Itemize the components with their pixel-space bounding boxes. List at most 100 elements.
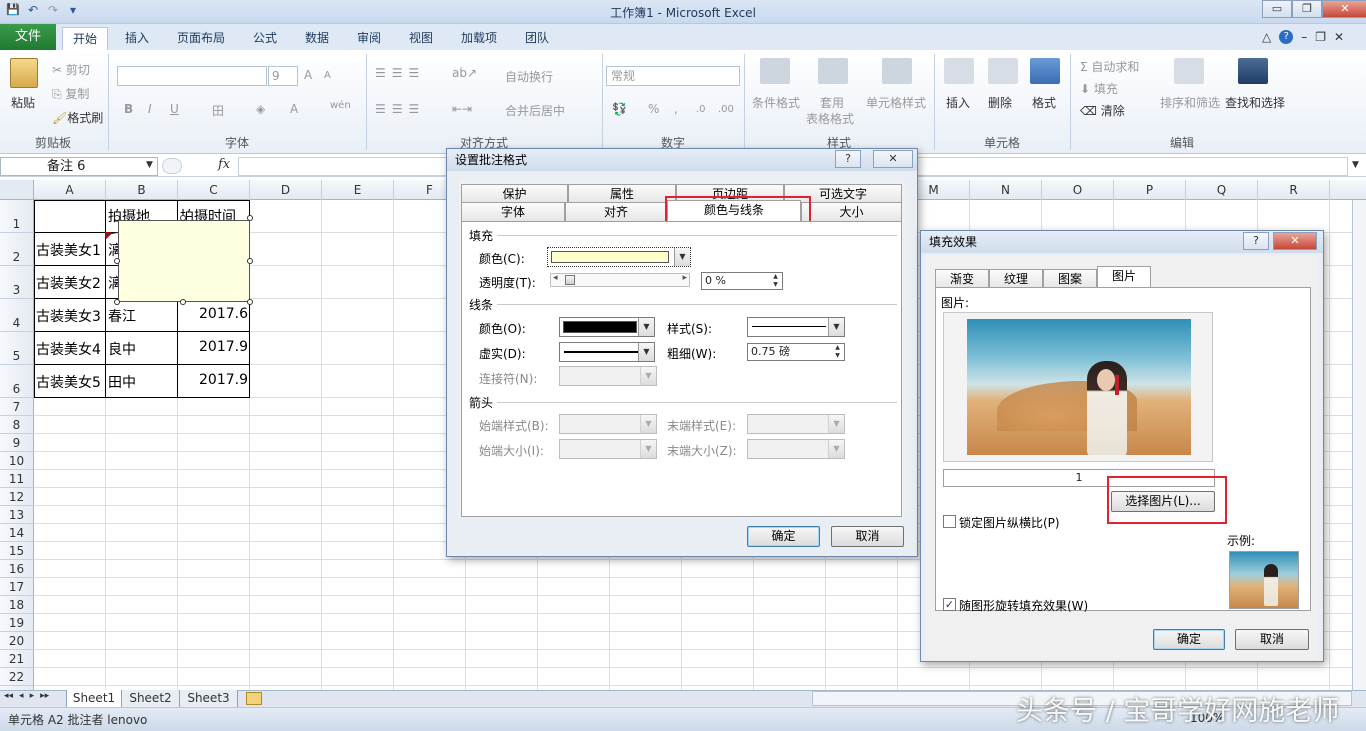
fill-color-dropdown[interactable]: ▼ <box>547 247 691 267</box>
format-cells-button[interactable]: 格式 <box>1032 94 1056 111</box>
slider-thumb[interactable] <box>565 275 575 285</box>
row-header-14[interactable]: 14 <box>0 524 34 542</box>
ok-button[interactable]: 确定 <box>747 526 820 547</box>
percent-button[interactable]: % <box>648 102 659 116</box>
resize-handle[interactable] <box>114 258 120 264</box>
row-header-15[interactable]: 15 <box>0 542 34 560</box>
formula-bar-grip[interactable] <box>162 158 182 174</box>
delete-cells-button[interactable]: 删除 <box>988 94 1012 111</box>
begin-style-dropdown[interactable]: ▼ <box>559 414 657 434</box>
row-header-10[interactable]: 10 <box>0 452 34 470</box>
sheet-tab-sheet1[interactable]: Sheet1 <box>66 690 122 707</box>
vertical-align-buttons[interactable]: ☰☰☰ <box>375 66 425 80</box>
doc-minimize-icon[interactable]: – <box>1301 30 1307 44</box>
cancel-button[interactable]: 取消 <box>1235 629 1309 650</box>
select-all-corner[interactable] <box>0 180 34 200</box>
tab-protection[interactable]: 保护 <box>461 184 568 203</box>
row-header-20[interactable]: 20 <box>0 632 34 650</box>
tab-view[interactable]: 视图 <box>398 27 444 50</box>
rotate-fill-checkbox[interactable]: ✓ <box>943 598 956 611</box>
tab-insert[interactable]: 插入 <box>114 27 160 50</box>
name-box[interactable]: 备注 6 <box>0 157 158 176</box>
fill-button[interactable]: ⬇ 填充 <box>1080 80 1118 97</box>
format-as-table-line1[interactable]: 套用 <box>820 94 844 111</box>
find-select-button[interactable]: 查找和选择 <box>1225 94 1285 111</box>
column-header-e[interactable]: E <box>322 180 394 200</box>
bold-button[interactable]: B <box>124 102 133 116</box>
row-header-8[interactable]: 8 <box>0 416 34 434</box>
font-size-combo[interactable]: 9 <box>268 66 298 86</box>
font-name-combo[interactable] <box>117 66 267 86</box>
end-style-dropdown[interactable]: ▼ <box>747 414 845 434</box>
clear-button[interactable]: ⌫ 清除 <box>1080 102 1125 119</box>
row-header-7[interactable]: 7 <box>0 398 34 416</box>
row-header-11[interactable]: 11 <box>0 470 34 488</box>
resize-handle[interactable] <box>247 299 253 305</box>
table-cell[interactable]: 古装美女3 <box>36 306 104 326</box>
table-cell[interactable]: 2017.9 <box>180 372 248 388</box>
row-header-19[interactable]: 19 <box>0 614 34 632</box>
tab-addins[interactable]: 加载项 <box>452 27 506 50</box>
table-cell[interactable]: 古装美女1 <box>36 240 104 260</box>
orientation-button[interactable]: ab↗ <box>452 66 477 80</box>
column-header-q[interactable]: Q <box>1186 180 1258 200</box>
tab-home[interactable]: 开始 <box>62 27 108 50</box>
tab-pattern[interactable]: 图案 <box>1043 269 1097 288</box>
column-header-r[interactable]: R <box>1258 180 1330 200</box>
end-size-dropdown[interactable]: ▼ <box>747 439 845 459</box>
tab-review[interactable]: 审阅 <box>346 27 392 50</box>
row-header-18[interactable]: 18 <box>0 596 34 614</box>
connector-dropdown[interactable]: ▼ <box>559 366 657 386</box>
spinner-icon[interactable]: ▲ ▼ <box>769 273 782 289</box>
tab-data[interactable]: 数据 <box>294 27 340 50</box>
dash-dropdown[interactable]: ▼ <box>559 342 655 362</box>
paste-button[interactable]: 粘贴 <box>11 94 35 111</box>
table-cell[interactable]: 田中 <box>108 372 176 392</box>
table-cell[interactable]: 2017.6 <box>180 306 248 322</box>
table-cell[interactable]: 古装美女5 <box>36 372 104 392</box>
insert-function-button[interactable]: fx <box>218 157 230 172</box>
font-color-button[interactable]: A <box>290 102 298 116</box>
insert-sheet-icon[interactable] <box>246 692 262 705</box>
select-picture-button[interactable]: 选择图片(L)... <box>1111 491 1215 512</box>
italic-button[interactable]: I <box>148 102 152 116</box>
decrease-decimal-button[interactable]: .00 <box>718 104 734 115</box>
spinner-icon[interactable]: ▲ ▼ <box>831 344 844 360</box>
column-header-b[interactable]: B <box>106 180 178 200</box>
lock-ratio-checkbox[interactable] <box>943 515 956 528</box>
wrap-text-button[interactable]: 自动换行 <box>505 68 553 85</box>
sheet-tab-sheet2[interactable]: Sheet2 <box>122 690 180 707</box>
prev-sheet-icon[interactable]: ◂ <box>19 691 24 701</box>
ok-button[interactable]: 确定 <box>1153 629 1225 650</box>
dialog-close-button[interactable]: ✕ <box>1273 232 1317 250</box>
tab-texture[interactable]: 纹理 <box>989 269 1043 288</box>
vertical-scrollbar[interactable] <box>1352 200 1366 690</box>
column-header-n[interactable]: N <box>970 180 1042 200</box>
table-cell[interactable]: 古装美女2 <box>36 273 104 293</box>
resize-handle[interactable] <box>180 299 186 305</box>
row-header-9[interactable]: 9 <box>0 434 34 452</box>
row-header-4[interactable]: 4 <box>0 299 34 332</box>
row-header-2[interactable]: 2 <box>0 233 34 266</box>
dialog-help-button[interactable]: ? <box>835 150 861 168</box>
row-header-1[interactable]: 1 <box>0 200 34 233</box>
slider-left-arrow-icon[interactable]: ◂ <box>553 273 558 283</box>
collapse-ribbon-icon[interactable]: △ <box>1262 30 1271 44</box>
transparency-slider[interactable]: ◂ ▸ <box>550 273 690 287</box>
phonetic-button[interactable]: wén <box>330 100 351 111</box>
column-header-o[interactable]: O <box>1042 180 1114 200</box>
begin-size-dropdown[interactable]: ▼ <box>559 439 657 459</box>
expand-formula-icon[interactable]: ▼ <box>1352 160 1359 170</box>
tab-file[interactable]: 文件 <box>0 24 56 50</box>
comma-button[interactable]: , <box>674 102 678 116</box>
row-header-5[interactable]: 5 <box>0 332 34 365</box>
tab-team[interactable]: 团队 <box>514 27 560 50</box>
resize-handle[interactable] <box>247 215 253 221</box>
line-color-dropdown[interactable]: ▼ <box>559 317 655 337</box>
underline-button[interactable]: U <box>170 102 179 116</box>
cut-button[interactable]: ✂ 剪切 <box>52 61 90 78</box>
merge-center-button[interactable]: 合并后居中 <box>505 102 565 119</box>
resize-handle[interactable] <box>247 258 253 264</box>
close-button[interactable]: ✕ <box>1322 0 1366 18</box>
row-header-16[interactable]: 16 <box>0 560 34 578</box>
